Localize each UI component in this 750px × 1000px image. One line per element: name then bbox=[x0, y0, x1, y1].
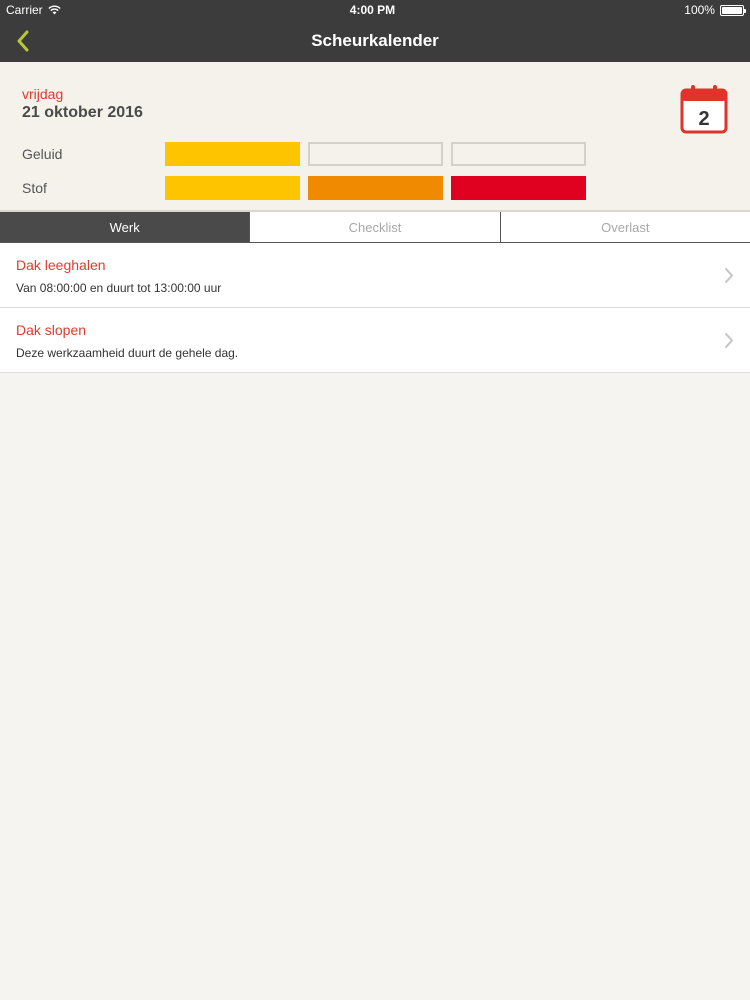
page-title: Scheurkalender bbox=[311, 31, 439, 50]
level-bar bbox=[165, 176, 300, 200]
item-title: Dak leeghalen bbox=[16, 257, 106, 273]
day-header: vrijdag 21 oktober 2016 2 Geluid Stof bbox=[0, 62, 750, 211]
chevron-right-icon bbox=[725, 333, 733, 348]
calendar-icon[interactable]: 2 bbox=[680, 84, 728, 134]
chevron-right-icon bbox=[725, 268, 733, 283]
level-bar bbox=[451, 142, 586, 166]
carrier-label: Carrier bbox=[6, 3, 43, 17]
chevron-left-icon bbox=[17, 30, 29, 52]
status-left: Carrier bbox=[6, 3, 61, 17]
level-label-stof: Stof bbox=[22, 180, 47, 196]
day-label: vrijdag bbox=[22, 86, 64, 102]
status-bar: Carrier 4:00 PM 100% bbox=[0, 0, 750, 20]
calendar-number: 2 bbox=[698, 108, 709, 130]
level-label-geluid: Geluid bbox=[22, 146, 63, 162]
level-bar bbox=[451, 176, 586, 200]
status-time: 4:00 PM bbox=[349, 3, 396, 17]
item-title: Dak slopen bbox=[16, 322, 87, 338]
navigation-bar: Scheurkalender bbox=[0, 20, 750, 62]
segmented-control: Werk Checklist Overlast bbox=[0, 211, 750, 243]
battery-percent: 100% bbox=[684, 3, 715, 17]
level-bar bbox=[308, 142, 443, 166]
battery-icon bbox=[719, 4, 746, 16]
item-subtitle: Van 08:00:00 en duurt tot 13:00:00 uur bbox=[16, 281, 222, 295]
tab-werk[interactable]: Werk bbox=[0, 212, 250, 242]
list-item[interactable]: Dak leeghalen Van 08:00:00 en duurt tot … bbox=[0, 243, 750, 308]
tab-overlast[interactable]: Overlast bbox=[499, 212, 750, 242]
item-subtitle: Deze werkzaamheid duurt de gehele dag. bbox=[16, 346, 239, 360]
level-bar bbox=[308, 176, 443, 200]
tab-checklist[interactable]: Checklist bbox=[249, 212, 499, 242]
list-item[interactable]: Dak slopen Deze werkzaamheid duurt de ge… bbox=[0, 308, 750, 373]
work-list: Dak leeghalen Van 08:00:00 en duurt tot … bbox=[0, 243, 750, 373]
level-bar bbox=[165, 142, 300, 166]
date-label: 21 oktober 2016 bbox=[22, 104, 143, 121]
back-button[interactable] bbox=[6, 24, 40, 58]
wifi-icon bbox=[48, 5, 61, 15]
status-right: 100% bbox=[684, 3, 746, 17]
